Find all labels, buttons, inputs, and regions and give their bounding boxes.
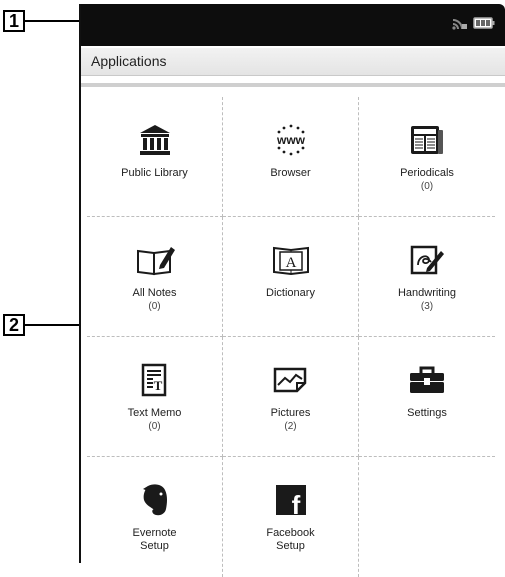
dictionary-icon: A xyxy=(271,241,311,279)
periodicals-icon xyxy=(409,121,445,159)
callout-2: 2 xyxy=(3,314,25,336)
pictures-icon xyxy=(272,361,310,399)
app-label: Periodicals xyxy=(400,167,454,179)
app-label: Handwriting xyxy=(397,287,457,299)
handwriting-icon xyxy=(409,241,445,279)
dictionary-letter: A xyxy=(285,255,296,271)
status-bar xyxy=(81,4,505,46)
facebook-icon: f xyxy=(275,481,307,519)
app-text-memo[interactable]: T Text Memo (0) xyxy=(87,337,223,457)
evernote-icon xyxy=(140,481,170,519)
app-count: (0) xyxy=(420,181,434,192)
facebook-letter: f xyxy=(291,490,300,516)
app-count: (0) xyxy=(148,421,161,432)
app-label: Pictures xyxy=(270,407,311,419)
app-settings[interactable]: Settings xyxy=(359,337,495,457)
callout-1: 1 xyxy=(3,10,25,32)
wireless-icon xyxy=(451,14,467,35)
app-label: Evernote Setup xyxy=(132,527,176,553)
battery-icon xyxy=(473,16,495,34)
app-label: Settings xyxy=(407,407,447,419)
app-label: Text Memo xyxy=(127,407,182,419)
device-screen: Applications Public Library www Browser … xyxy=(79,4,505,577)
app-handwriting[interactable]: Handwriting (3) xyxy=(359,217,495,337)
app-browser[interactable]: www Browser xyxy=(223,97,359,217)
app-count: (3) xyxy=(420,301,434,312)
app-label: Facebook Setup xyxy=(266,527,314,553)
www-icon: www xyxy=(269,121,313,159)
toolbox-icon xyxy=(408,361,446,399)
text-memo-letter: T xyxy=(153,378,162,393)
app-label: Browser xyxy=(270,167,311,179)
callout-1-leader xyxy=(25,20,81,22)
app-label-line: Facebook xyxy=(266,527,315,539)
applications-header: Applications xyxy=(81,48,505,76)
applications-area: Public Library www Browser Periodicals (… xyxy=(81,83,505,577)
app-label-line: Setup xyxy=(140,540,169,552)
app-label-line: Setup xyxy=(276,540,305,552)
app-label: All Notes xyxy=(132,287,177,299)
callout-2-leader xyxy=(25,324,81,326)
app-all-notes[interactable]: All Notes (0) xyxy=(87,217,223,337)
app-count: (2) xyxy=(284,421,297,432)
page-title: Applications xyxy=(91,53,167,69)
app-count: (0) xyxy=(148,301,161,312)
app-facebook-setup[interactable]: f Facebook Setup xyxy=(223,457,359,577)
app-dictionary[interactable]: A Dictionary xyxy=(223,217,359,337)
notes-icon xyxy=(135,241,175,279)
app-label-line: Evernote xyxy=(132,527,177,539)
app-label: Dictionary xyxy=(266,287,315,299)
app-pictures[interactable]: Pictures (2) xyxy=(223,337,359,457)
text-memo-icon: T xyxy=(140,361,170,399)
app-periodicals[interactable]: Periodicals (0) xyxy=(359,97,495,217)
app-grid: Public Library www Browser Periodicals (… xyxy=(87,97,495,577)
app-public-library[interactable]: Public Library xyxy=(87,97,223,217)
app-evernote-setup[interactable]: Evernote Setup xyxy=(87,457,223,577)
www-text: www xyxy=(275,133,305,147)
library-icon xyxy=(138,121,172,159)
app-label: Public Library xyxy=(121,167,188,179)
